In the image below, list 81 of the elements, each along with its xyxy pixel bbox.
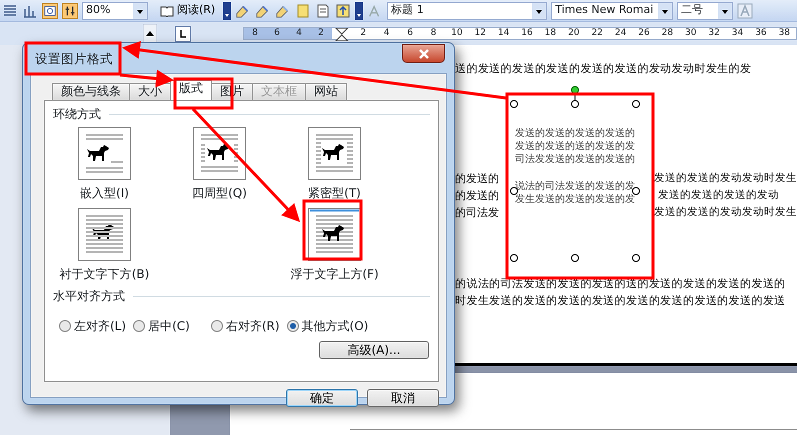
toolbar-options-icon[interactable]	[223, 2, 232, 20]
scroll-up-icon[interactable]	[143, 24, 157, 44]
option-label: 浮于文字上方(F)	[290, 267, 379, 281]
picture-text: 发送的发送的送的发送的发	[514, 140, 636, 153]
radio-button[interactable]	[210, 320, 223, 332]
wrap-style-icon[interactable]	[78, 127, 131, 180]
font-color-icon[interactable]	[737, 2, 754, 18]
wrap-style-icon[interactable]	[78, 208, 131, 261]
radio-label: 右对齐(R)	[226, 318, 280, 335]
cancel-button[interactable]: 取消	[367, 389, 439, 407]
ruler-number: 12	[474, 28, 487, 39]
group-label: 环绕方式	[53, 106, 101, 123]
ruler-number: 6	[273, 28, 281, 39]
picture-text: 发生发送的发送的发送的发	[514, 193, 636, 206]
ok-button[interactable]: 确定	[286, 389, 358, 407]
radio-button[interactable]	[59, 320, 71, 332]
ruler-number: 26	[637, 28, 651, 39]
ruler-number: 24	[614, 28, 628, 39]
zoom-combo[interactable]: 80%	[82, 2, 148, 20]
ruler-number: 4	[382, 28, 391, 39]
ruler-number: 8	[430, 28, 438, 39]
close-button[interactable]	[402, 44, 445, 63]
document-icon[interactable]	[315, 2, 332, 18]
ruler-number: 22	[590, 28, 604, 39]
formatting-marks-icon[interactable]	[62, 2, 78, 18]
radio-label: 其他方式(O)	[302, 318, 368, 335]
picture-text: 发送的发送的发送的发送的	[514, 127, 636, 140]
window-title: 设置图片格式	[35, 50, 113, 66]
radio-button[interactable]	[286, 320, 299, 332]
close-icon	[418, 48, 430, 58]
ruler-number: 2	[317, 28, 325, 39]
tab-stop-icon[interactable]	[175, 26, 191, 42]
ruler-number: 10	[450, 28, 464, 39]
ruler-number: 36	[754, 28, 768, 39]
style-combo[interactable]: 标题 1	[387, 2, 548, 20]
ruler-number: 18	[544, 28, 558, 39]
picture-text: 司法发发送的发送的发送的	[514, 153, 636, 166]
ruler-number: 14	[496, 28, 510, 39]
ruler-number: 16	[520, 28, 534, 39]
ruler-number: 30	[684, 28, 698, 39]
toolbar-options-icon[interactable]	[355, 2, 364, 20]
upload-icon[interactable]	[335, 2, 352, 18]
tab[interactable]: 颜色与线条	[52, 83, 130, 100]
text-line: 发送的发送的发动发动时发生	[654, 171, 797, 186]
highlight-frame	[174, 78, 234, 110]
text-line: 的发送的	[455, 171, 500, 187]
font-size-combo[interactable]: 二号	[677, 2, 734, 20]
preview-icon[interactable]	[42, 2, 58, 18]
wrap-style-icon[interactable]	[308, 208, 361, 261]
advanced-button[interactable]: 高级(A)...	[319, 341, 429, 359]
ruler-number: 8	[251, 28, 259, 39]
text-line: 的司法发	[455, 205, 500, 221]
tab[interactable]: 网站	[305, 83, 347, 100]
font-combo[interactable]: Times New Romai	[551, 2, 674, 20]
wrap-style-icon[interactable]	[193, 127, 246, 180]
ruler-number: 38	[778, 28, 792, 39]
ruler-number: 28	[660, 28, 674, 39]
ruler-number: 20	[567, 28, 581, 39]
text-line: 时发生发送的发送的发送的发送的发送的发送的发送的发送的发送	[455, 293, 786, 309]
ruler-number: 32	[707, 28, 721, 39]
text-line: 送的发送的发送的发送的发送的发送的发动发动时发生的发	[455, 61, 752, 77]
highlight-frame	[302, 200, 362, 260]
option-label: 紧密型(T)	[308, 186, 361, 200]
radio-label: 居中(C)	[148, 318, 190, 335]
text-line: 发送的发送的发动发动时发生	[654, 205, 797, 220]
text-line: 发送的发送的发送的发动	[658, 188, 779, 203]
ruler-number: 6	[406, 28, 414, 39]
book-icon	[160, 4, 174, 16]
ruler-number: 2	[359, 28, 368, 39]
ruler-number: 34	[730, 28, 744, 39]
list-icon[interactable]	[2, 2, 18, 18]
ruler-number: 4	[295, 28, 303, 39]
text-line: 的发送的	[455, 188, 500, 204]
radio-button[interactable]	[133, 320, 146, 332]
option-label: 衬于文字下方(B)	[60, 267, 150, 281]
radio-label: 左对齐(L)	[74, 318, 126, 335]
option-label: 嵌入型(I)	[80, 186, 129, 200]
wrap-style-icon[interactable]	[308, 127, 361, 180]
option-label: 四周型(Q)	[192, 186, 247, 200]
group-label: 水平对齐方式	[53, 288, 125, 305]
read-button[interactable]: 阅读(R)	[156, 2, 220, 20]
